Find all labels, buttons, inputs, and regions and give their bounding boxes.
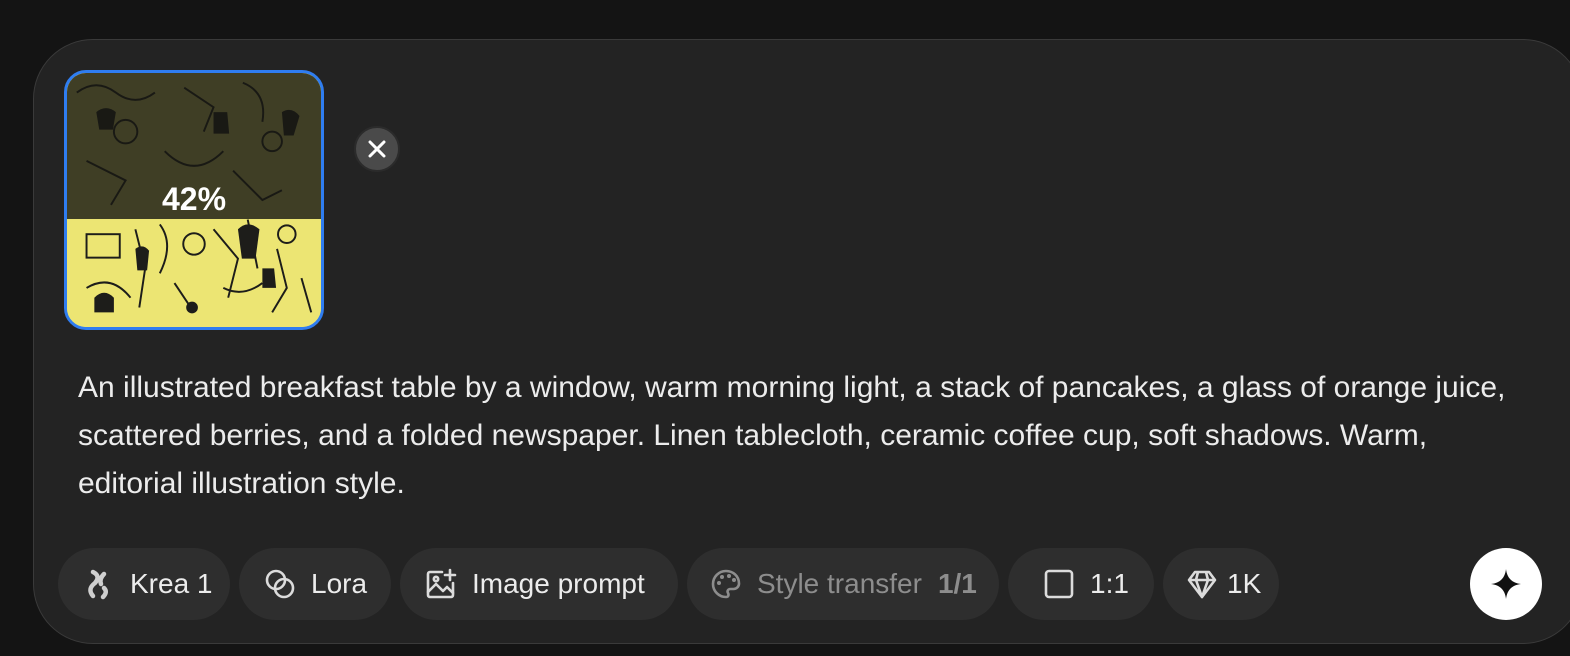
square-icon	[1042, 567, 1076, 601]
diamond-icon	[1185, 567, 1219, 601]
aspect-ratio-label: 1:1	[1090, 568, 1129, 599]
uploaded-image-card[interactable]: 42%	[64, 70, 400, 330]
prompt-text[interactable]: An illustrated breakfast table by a wind…	[78, 364, 1528, 508]
generate-button[interactable]	[1470, 548, 1542, 620]
lora-icon	[263, 567, 297, 601]
lora-label: Lora	[311, 568, 368, 599]
upload-progress-label: 42%	[161, 181, 227, 217]
image-add-icon	[424, 567, 458, 601]
aspect-ratio-button[interactable]: 1:1	[1008, 548, 1154, 620]
resolution-label: 1K	[1227, 568, 1262, 599]
lora-button[interactable]: Lora	[239, 548, 391, 620]
krea-logo-icon	[82, 567, 116, 601]
style-transfer-count: 1/1	[937, 568, 977, 599]
style-transfer-label: Style transfer	[757, 568, 922, 599]
model-label: Krea 1	[130, 568, 213, 599]
sparkle-icon	[1491, 569, 1521, 599]
image-prompt-button[interactable]: Image prompt	[400, 548, 678, 620]
image-prompt-label: Image prompt	[472, 568, 645, 599]
uploaded-image-thumbnail: 42%	[64, 70, 324, 330]
style-transfer-button[interactable]: Style transfer 1/1	[687, 548, 999, 620]
remove-image-button[interactable]	[354, 126, 400, 172]
model-select-button[interactable]: Krea 1	[58, 548, 230, 620]
close-icon	[368, 140, 386, 158]
resolution-button[interactable]: 1K	[1163, 548, 1279, 620]
palette-icon	[709, 567, 743, 601]
